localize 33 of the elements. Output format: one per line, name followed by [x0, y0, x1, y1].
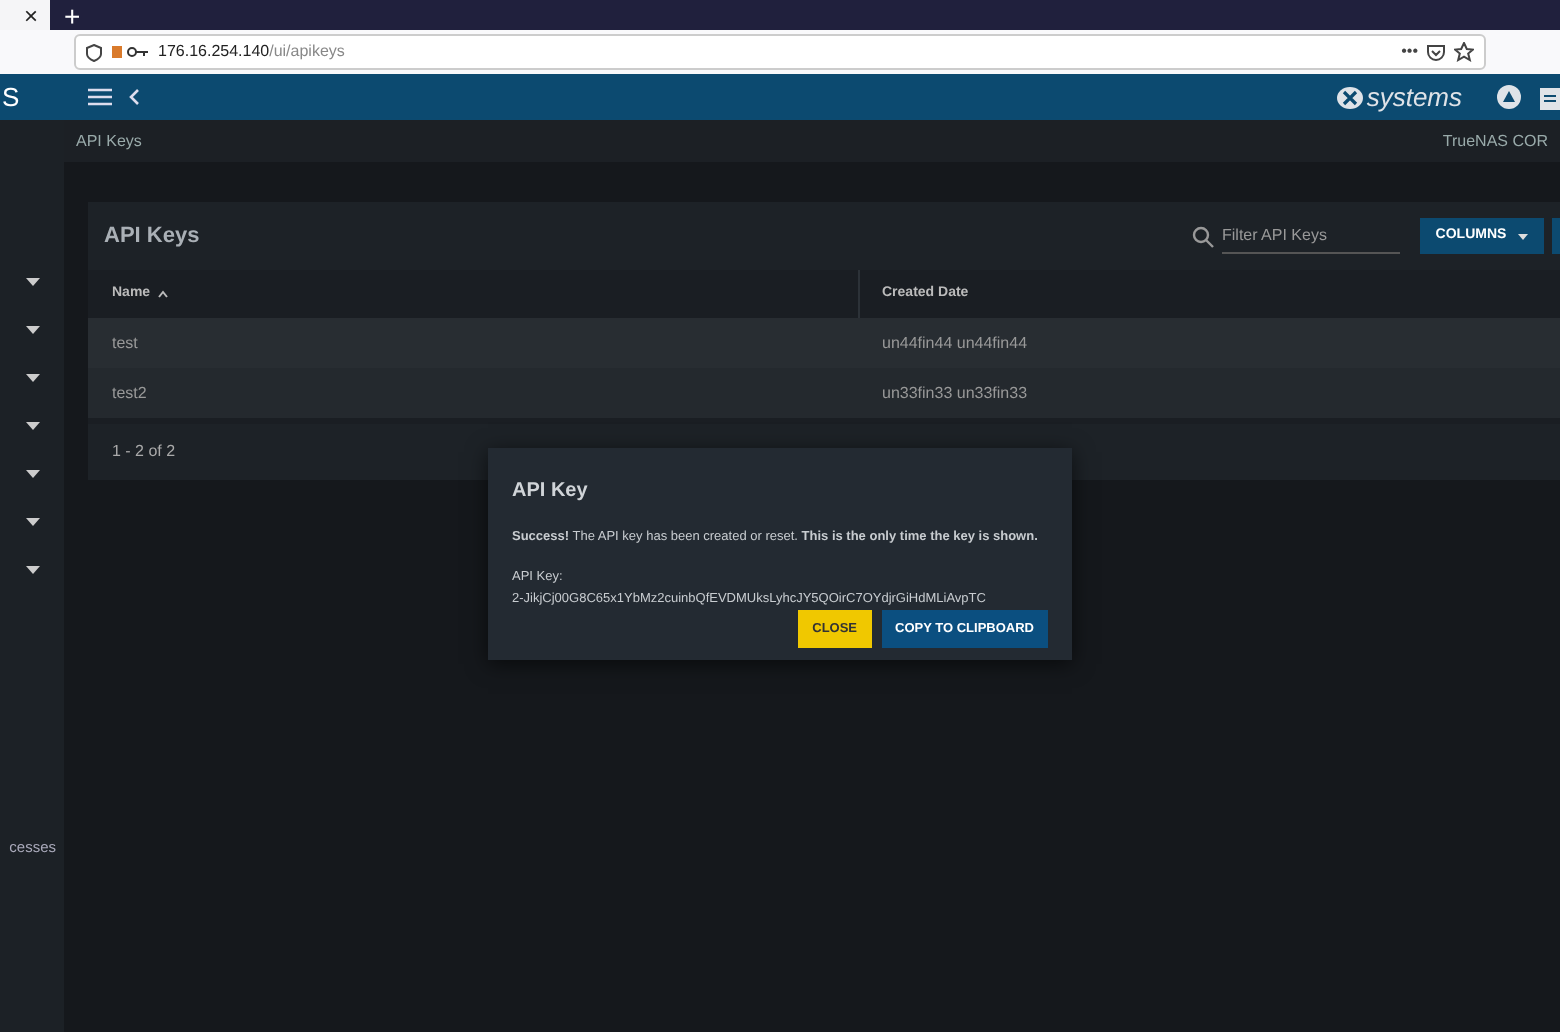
- menu-button[interactable]: [88, 88, 112, 106]
- bookmark-star-icon[interactable]: [1454, 42, 1474, 62]
- filter-field[interactable]: Filter API Keys: [1222, 219, 1400, 253]
- table-cell-text: un44fin44 un44fin44: [880, 331, 1028, 355]
- search-icon: [1192, 225, 1214, 247]
- page-actions-button[interactable]: •••: [1401, 40, 1418, 64]
- dialog-title: API Key: [512, 478, 590, 506]
- clipboard-icon[interactable]: [1540, 85, 1560, 109]
- key-icon: [110, 44, 150, 60]
- caret-icon[interactable]: [26, 274, 40, 290]
- caret-icon[interactable]: [26, 466, 40, 482]
- logo-text: S: [0, 79, 22, 116]
- shield-icon: [86, 43, 102, 61]
- breadcrumb: API Keys: [76, 129, 142, 153]
- new-tab-button[interactable]: +: [56, 0, 89, 30]
- url-text: 176.16.254.140/ui/apikeys: [158, 40, 345, 64]
- table-cell-text: test2: [110, 381, 149, 405]
- card-title: API Keys: [104, 221, 200, 252]
- address-bar[interactable]: 176.16.254.140/ui/apikeys •••: [74, 34, 1486, 70]
- caret-icon[interactable]: [26, 322, 40, 338]
- caret-icon[interactable]: [26, 514, 40, 530]
- pagination-range: 1 - 2 of 2: [112, 440, 176, 464]
- caret-icon[interactable]: [26, 370, 40, 386]
- table-cell-text: un33fin33 un33fin33: [880, 381, 1028, 405]
- product-name: TrueNAS COR: [1442, 129, 1548, 153]
- brand-logo: systems: [1336, 77, 1462, 117]
- caret-icon: [1518, 233, 1529, 239]
- alert-icon[interactable]: [1496, 84, 1522, 110]
- sort-icon[interactable]: [158, 290, 169, 298]
- table-cell-text: test: [110, 331, 140, 355]
- back-button[interactable]: [128, 88, 140, 106]
- caret-icon[interactable]: [26, 418, 40, 434]
- caret-icon[interactable]: [26, 562, 40, 578]
